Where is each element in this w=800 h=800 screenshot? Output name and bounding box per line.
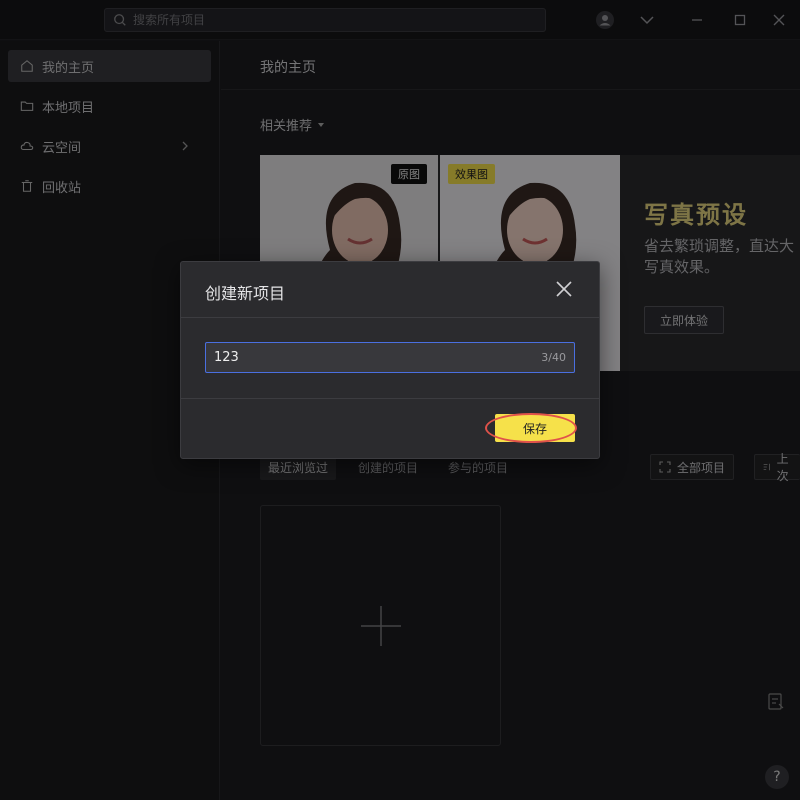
project-name-input[interactable] — [214, 350, 514, 365]
close-icon — [556, 281, 572, 297]
dialog-divider — [181, 317, 599, 318]
project-name-field[interactable]: 3/40 — [205, 342, 575, 373]
dialog-close-button[interactable] — [555, 280, 573, 298]
create-project-dialog: 创建新项目 3/40 保存 — [180, 261, 600, 459]
save-button[interactable]: 保存 — [495, 414, 575, 442]
dialog-divider — [181, 398, 599, 399]
char-counter: 3/40 — [541, 351, 566, 364]
dialog-title: 创建新项目 — [205, 284, 286, 303]
